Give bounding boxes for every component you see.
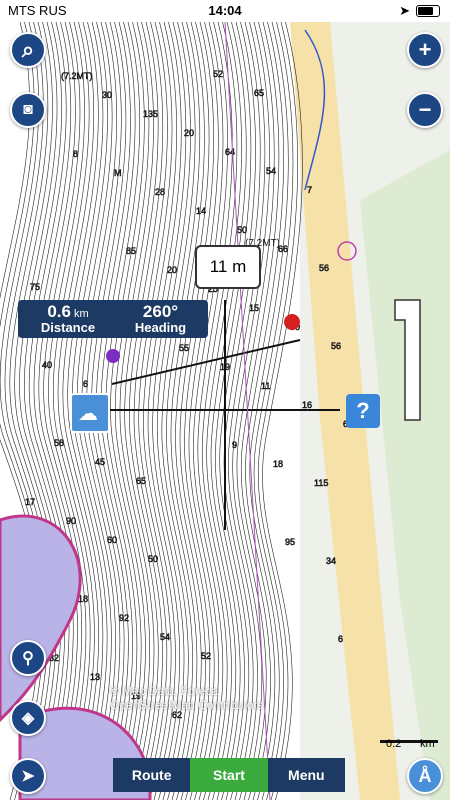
user-icon: Å [418,765,432,786]
depth-label: 9 [232,440,237,450]
navigation-arrow-icon: ➤ [21,768,35,785]
depth-label: 50 [237,225,247,235]
depth-label: 14 [196,206,206,216]
profile-button[interactable]: Å [407,758,443,794]
depth-label: 115 [314,478,328,488]
depth-label: 75 [30,282,40,292]
depth-label: 135 [143,109,158,119]
distance-label: Distance [40,320,96,335]
depth-label: 6 [338,634,343,644]
distance-value: 0.6 [47,302,71,321]
route-button[interactable]: Route [113,758,191,792]
depth-label: 11 [261,381,270,391]
depth-label: 60 [107,535,117,545]
deep-area-left [0,514,82,723]
scale-unit: km [420,738,435,750]
depth-label: 52 [213,69,223,79]
zoom-in-button[interactable]: + [407,32,443,68]
depth-label: 6 [83,379,88,389]
map-attribution: © Map Data, Foreca OpenStreetMap Contrib… [110,684,263,712]
depth-readout: 11 m [195,245,261,289]
scale-bar: 0.2 km [378,738,438,754]
depth-label: M [114,168,122,178]
depth-label: 18 [273,459,283,469]
question-icon: ? [356,398,370,423]
depth-label: 20 [167,265,177,275]
bottom-bar: Route Start Menu [113,758,345,792]
scale-value: 0.2 [386,738,402,750]
battery-icon [416,5,440,17]
measurement-panel: 0.6 km Distance 260° Heading [18,300,208,338]
depth-label: 64 [225,147,235,157]
depth-label: 7 [307,185,312,195]
plus-icon: + [418,37,432,62]
depth-label: 40 [42,360,52,370]
depth-label: 85 [126,246,136,256]
depth-label: 8 [73,149,78,159]
clock: 14:04 [208,3,242,18]
minus-icon: − [418,97,432,122]
heading-value: 260° [142,302,179,321]
depth-label: 54 [266,166,276,176]
attribution-line-1: © Map Data, Foreca [110,684,219,698]
waypoint-marker[interactable] [106,349,120,363]
zoom-out-button[interactable]: − [407,92,443,128]
depth-label: 58 [54,438,64,448]
navigate-button[interactable]: ➤ [10,758,46,794]
depth-label: 15 [249,303,259,313]
camera-button[interactable]: ◙ [10,92,46,128]
search-button[interactable]: ⌕ [10,32,46,68]
weather-icon: ☁ [78,403,98,425]
depth-label: 92 [119,613,129,623]
location-arrow-icon: ➤ [399,3,410,18]
pin-icon: ⚲ [22,650,34,667]
help-button[interactable]: ? [346,394,380,428]
depth-label: 16 [302,400,312,410]
status-icons: ➤ [399,3,440,19]
depth-label: 90 [66,516,76,526]
status-bar: MTS RUS 14:04 ➤ [0,0,450,22]
depth-label: 52 [201,651,211,661]
depth-label: 30 [102,90,112,100]
depth-label: 65 [136,476,146,486]
depth-label: 50 [148,554,158,564]
depth-label: 17 [25,497,35,507]
depth-label: 55 [179,343,189,353]
depth-label: 56 [331,341,341,351]
depth-label: 34 [326,556,336,566]
camera-icon: ◙ [23,101,33,118]
depth-label: 13 [90,672,100,682]
heading-label: Heading [134,320,187,335]
layers-icon: ◈ [21,710,35,727]
pin-button[interactable]: ⚲ [10,640,46,676]
search-icon: ⌕ [21,37,35,62]
depth-label: 45 [95,457,105,467]
depth-label: 54 [160,632,170,642]
layers-button[interactable]: ◈ [10,700,46,736]
distance-unit: km [73,308,89,320]
depth-label: 20 [184,128,194,138]
depth-label: 95 [285,537,295,547]
location-pin[interactable] [284,314,300,330]
weather-button[interactable]: ☁ [70,393,110,433]
depth-label: 65 [254,88,264,98]
depth-label: (7.2MT) [61,71,93,81]
menu-button[interactable]: Menu [267,758,345,792]
start-button[interactable]: Start [190,758,268,792]
depth-label: 28 [155,187,165,197]
attribution-line-2: OpenStreetMap Contributors [110,698,264,712]
depth-label: 56 [319,263,329,273]
